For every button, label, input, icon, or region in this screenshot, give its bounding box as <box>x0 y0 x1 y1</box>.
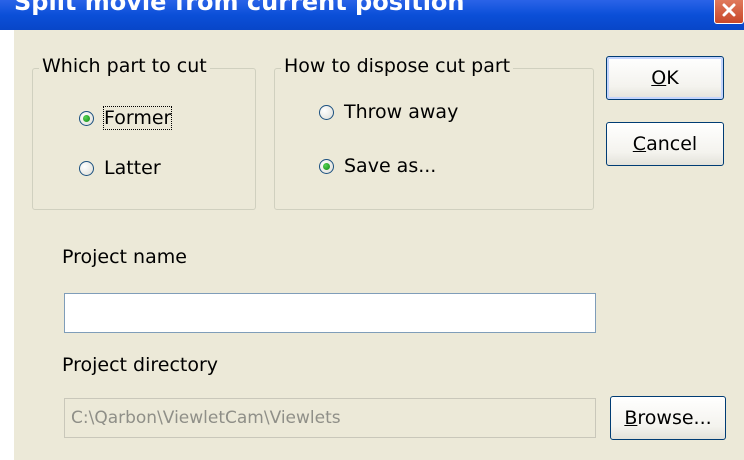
window-title: Split movie from current position <box>14 0 465 16</box>
project-directory-label: Project directory <box>62 354 219 376</box>
browse-button-mnemonic: B <box>624 407 638 429</box>
radio-save-as[interactable]: Save as... <box>319 155 436 177</box>
close-button[interactable] <box>714 0 744 24</box>
radio-latter-label: Latter <box>104 157 161 179</box>
radio-former[interactable]: Former <box>79 106 173 130</box>
project-name-label: Project name <box>62 246 187 268</box>
dialog-body: Which part to cut Former Latter How to d… <box>14 30 744 460</box>
project-directory-value: C:\Qarbon\ViewletCam\Viewlets <box>71 408 341 428</box>
ok-button[interactable]: OK <box>606 56 724 100</box>
ok-button-mnemonic: O <box>651 67 667 89</box>
ok-button-label: K <box>666 67 679 89</box>
project-name-input[interactable] <box>64 293 596 333</box>
which-part-groupbox: Which part to cut Former Latter <box>32 55 256 210</box>
cancel-button-mnemonic: C <box>632 133 647 155</box>
title-bar[interactable]: Split movie from current position <box>0 0 744 30</box>
radio-throw-away-label: Throw away <box>344 101 459 123</box>
close-icon <box>722 3 736 17</box>
cancel-button-label: ancel <box>646 133 698 155</box>
dispose-groupbox: How to dispose cut part Throw away Save … <box>274 55 594 210</box>
browse-button-label: rowse... <box>637 407 712 429</box>
radio-former-label: Former <box>102 106 173 130</box>
project-directory-field: C:\Qarbon\ViewletCam\Viewlets <box>64 398 596 438</box>
cancel-button[interactable]: Cancel <box>606 122 724 166</box>
dispose-legend: How to dispose cut part <box>281 55 514 77</box>
radio-throw-away[interactable]: Throw away <box>319 101 458 123</box>
which-part-legend: Which part to cut <box>39 55 210 77</box>
radio-save-as-label: Save as... <box>344 155 437 177</box>
radio-latter[interactable]: Latter <box>79 157 161 179</box>
radio-former-indicator[interactable] <box>79 110 94 126</box>
radio-latter-indicator[interactable] <box>79 160 94 176</box>
radio-throw-away-indicator[interactable] <box>319 104 334 120</box>
radio-save-as-indicator[interactable] <box>319 158 334 174</box>
browse-button[interactable]: Browse... <box>610 396 726 440</box>
